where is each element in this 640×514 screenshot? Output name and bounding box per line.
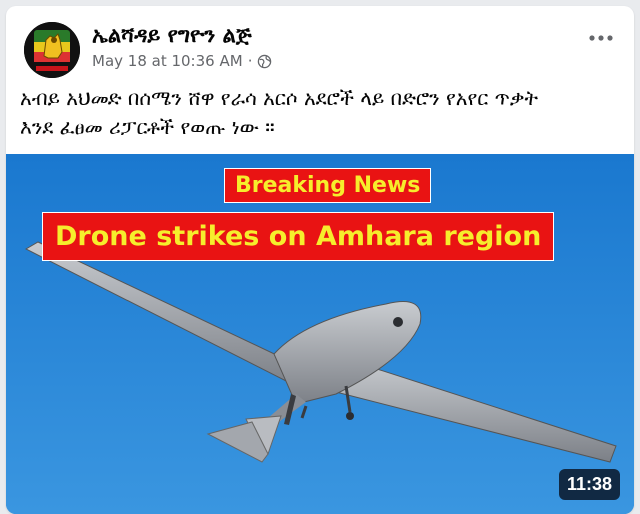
post-timestamp[interactable]: May 18 at 10:36 AM xyxy=(92,52,243,70)
video-headline: Drone strikes on Amhara region xyxy=(42,212,555,261)
drone-image xyxy=(6,154,634,514)
lion-logo-icon xyxy=(24,22,80,78)
post-caption: አብይ አህመድ በሰሜን ሸዋ የራሳ አርሶ አደሮች ላይ በድሮን የአ… xyxy=(20,84,620,142)
caption-line-2: እንደ ፈፀመ ሪፓርቶች የወጡ ነው ። xyxy=(20,115,275,139)
video-thumbnail[interactable]: Breaking News Drone strikes on Amhara re… xyxy=(6,154,634,514)
page-avatar[interactable] xyxy=(24,22,80,78)
more-options-icon xyxy=(589,35,613,41)
video-duration: 11:38 xyxy=(558,469,620,500)
breaking-news-badge: Breaking News xyxy=(224,168,432,203)
post-meta: May 18 at 10:36 AM · xyxy=(92,52,272,70)
more-options-button[interactable] xyxy=(586,28,616,48)
meta-separator: · xyxy=(247,52,253,70)
page-name[interactable]: ኤልሻዳይ የግዮን ልጅ xyxy=(92,23,252,48)
post-card: ኤልሻዳይ የግዮን ልጅ May 18 at 10:36 AM · አብይ አ… xyxy=(6,6,634,514)
globe-icon[interactable] xyxy=(257,54,272,69)
caption-line-1: አብይ አህመድ በሰሜን ሸዋ የራሳ አርሶ አደሮች ላይ በድሮን የአ… xyxy=(20,86,539,110)
